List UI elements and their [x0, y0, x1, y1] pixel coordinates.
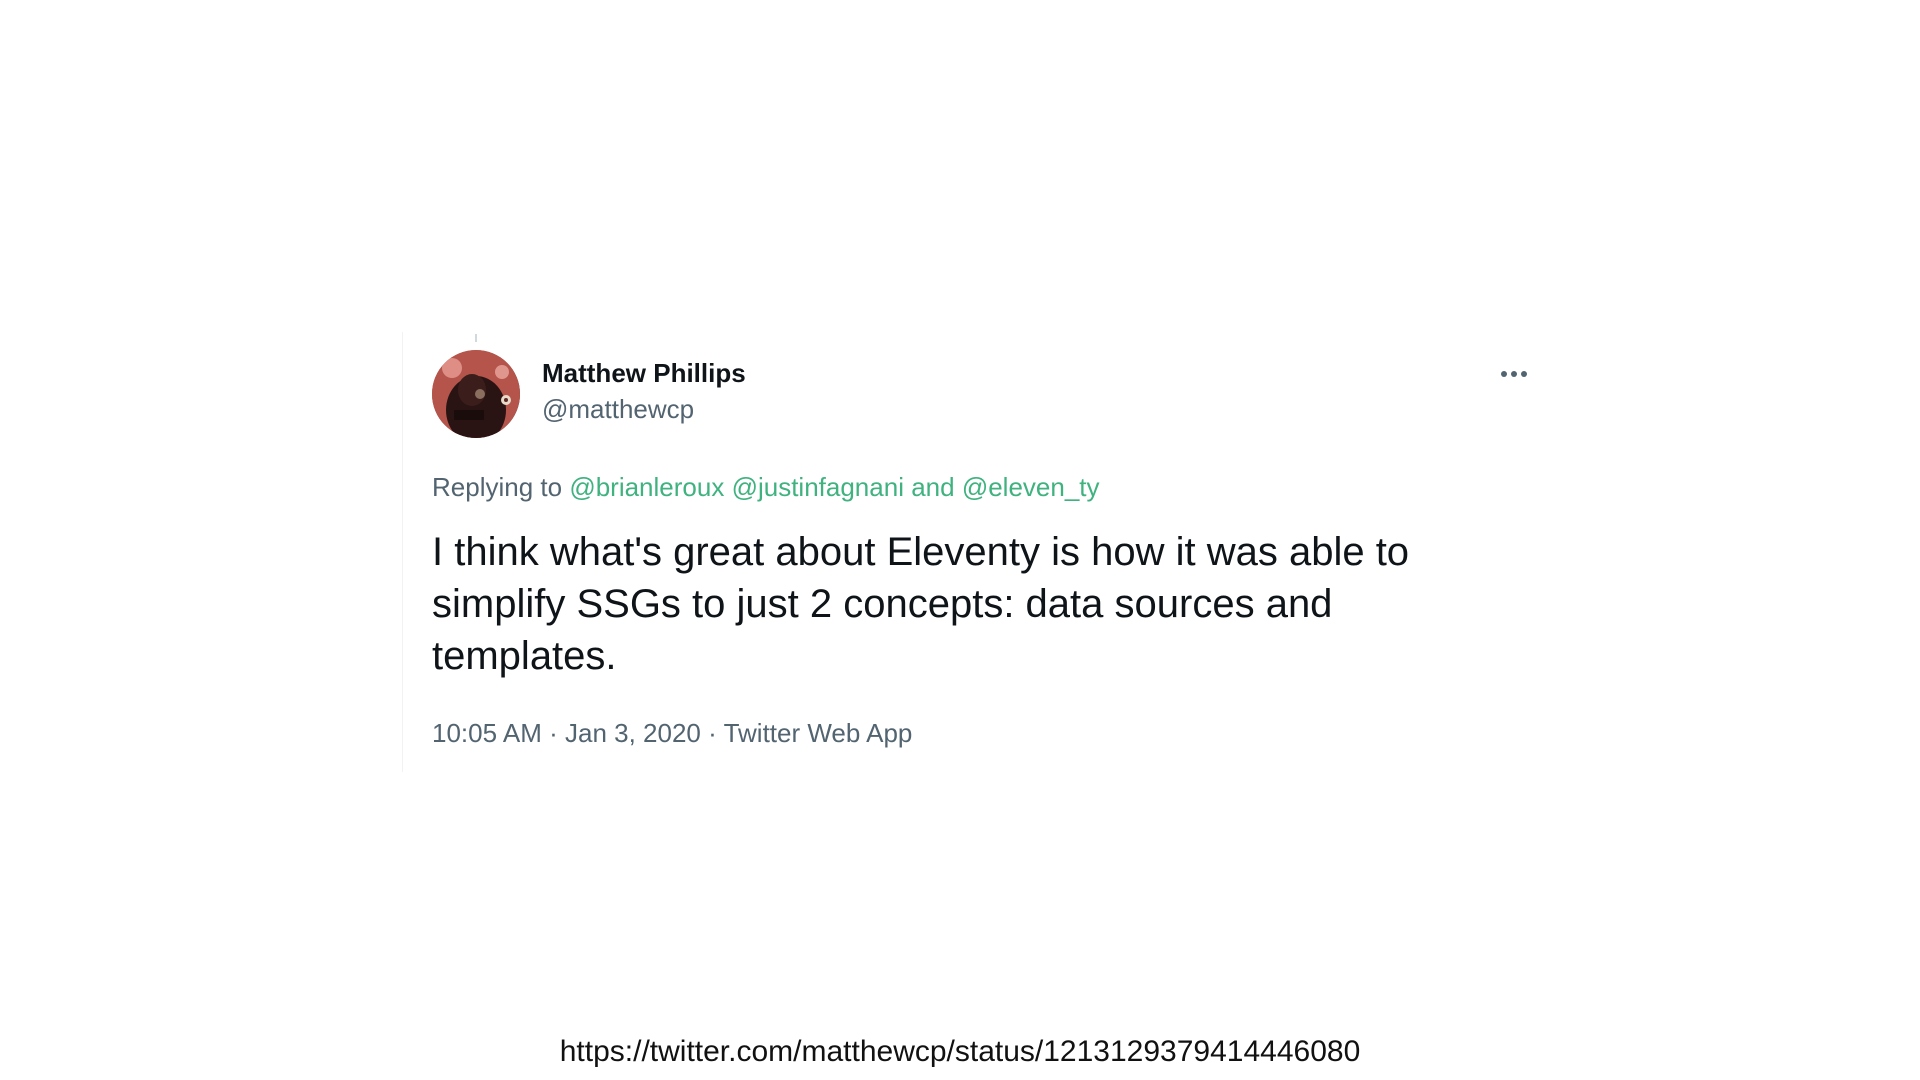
tweet-date[interactable]: Jan 3, 2020 — [565, 718, 701, 748]
avatar-photo-icon — [432, 350, 520, 438]
mention-connector: and — [911, 472, 955, 502]
author-handle[interactable]: @matthewcp — [542, 392, 746, 426]
mention-eleven-ty[interactable]: @eleven_ty — [962, 472, 1100, 502]
mention-brianleroux[interactable]: @brianleroux — [569, 472, 724, 502]
meta-separator: · — [549, 718, 558, 748]
more-horizontal-icon — [1501, 371, 1527, 377]
source-url-caption: https://twitter.com/matthewcp/status/121… — [559, 1035, 1361, 1068]
tweet-meta: 10:05 AM · Jan 3, 2020 · Twitter Web App — [432, 716, 912, 750]
tweet-card: Matthew Phillips @matthewcp Replying to … — [402, 332, 1543, 772]
thread-connector-line — [475, 334, 477, 342]
meta-separator: · — [708, 718, 717, 748]
avatar[interactable] — [432, 350, 520, 438]
tweet-source[interactable]: Twitter Web App — [724, 718, 913, 748]
author-display-name[interactable]: Matthew Phillips — [542, 356, 746, 390]
tweet-time[interactable]: 10:05 AM — [432, 718, 542, 748]
mention-justinfagnani[interactable]: @justinfagnani — [732, 472, 904, 502]
reply-context: Replying to @brianleroux @justinfagnani … — [432, 470, 1100, 504]
more-options-button[interactable] — [1497, 362, 1533, 386]
author-block: Matthew Phillips @matthewcp — [542, 356, 746, 426]
reply-prefix: Replying to — [432, 472, 563, 502]
tweet-text: I think what's great about Eleventy is h… — [432, 530, 1410, 678]
